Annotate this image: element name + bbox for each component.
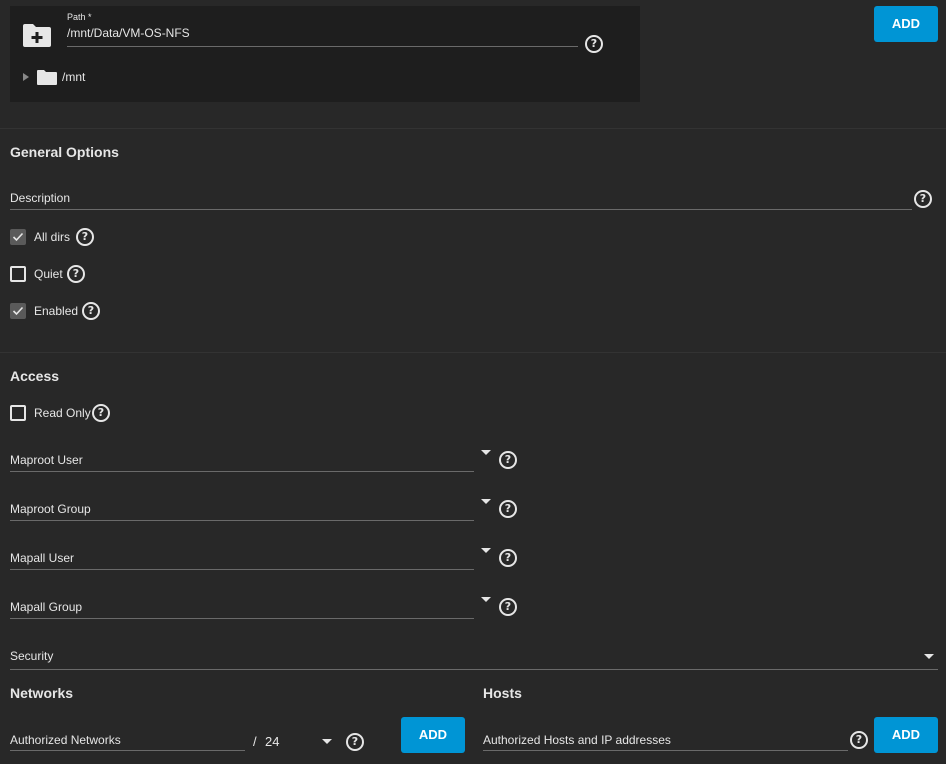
networks-title: Networks xyxy=(10,685,74,701)
security-select[interactable]: Security xyxy=(10,649,53,663)
path-explorer-panel: Path * /mnt/Data/VM-OS-NFS ? /mnt xyxy=(10,6,640,102)
mapall-group-help-icon[interactable]: ? xyxy=(499,598,517,616)
all-dirs-checkbox[interactable] xyxy=(10,229,26,245)
tree-expand-arrow-icon[interactable] xyxy=(23,73,29,81)
maproot-group-underline xyxy=(10,520,474,521)
add-network-button[interactable]: ADD xyxy=(401,717,465,753)
divider xyxy=(0,352,946,353)
maproot-group-select[interactable]: Maproot Group xyxy=(10,502,91,516)
all-dirs-label: All dirs xyxy=(34,230,71,244)
quiet-checkbox[interactable] xyxy=(10,266,26,282)
divider xyxy=(0,128,946,129)
add-host-button[interactable]: ADD xyxy=(874,717,938,753)
all-dirs-help-icon[interactable]: ? xyxy=(76,228,94,246)
mapall-group-underline xyxy=(10,618,474,619)
quiet-help-icon[interactable]: ? xyxy=(67,265,85,283)
authorized-hosts-input[interactable]: Authorized Hosts and IP addresses xyxy=(483,733,671,747)
general-options-title: General Options xyxy=(10,144,119,160)
authorized-networks-underline xyxy=(10,750,245,751)
description-underline xyxy=(10,209,912,210)
description-help-icon[interactable]: ? xyxy=(914,190,932,208)
maproot-user-help-icon[interactable]: ? xyxy=(499,451,517,469)
networks-help-icon[interactable]: ? xyxy=(346,733,364,751)
enabled-help-icon[interactable]: ? xyxy=(82,302,100,320)
authorized-networks-input[interactable]: Authorized Networks xyxy=(10,733,121,747)
maproot-group-dropdown-icon[interactable] xyxy=(481,499,491,504)
access-title: Access xyxy=(10,368,60,384)
mapall-group-dropdown-icon[interactable] xyxy=(481,597,491,602)
tree-node-mnt[interactable]: /mnt xyxy=(62,70,85,84)
security-dropdown-icon[interactable] xyxy=(924,654,934,659)
netmask-slash: / xyxy=(253,734,257,749)
path-input[interactable]: /mnt/Data/VM-OS-NFS xyxy=(67,26,577,40)
mapall-user-underline xyxy=(10,569,474,570)
maproot-user-dropdown-icon[interactable] xyxy=(481,450,491,455)
hosts-title: Hosts xyxy=(483,685,522,701)
mapall-user-help-icon[interactable]: ? xyxy=(499,549,517,567)
maproot-user-underline xyxy=(10,471,474,472)
read-only-help-icon[interactable]: ? xyxy=(92,404,110,422)
enabled-checkbox[interactable] xyxy=(10,303,26,319)
mapall-user-select[interactable]: Mapall User xyxy=(10,551,74,565)
read-only-label: Read Only xyxy=(34,406,91,420)
netmask-select[interactable]: 24 xyxy=(265,734,279,749)
path-help-icon[interactable]: ? xyxy=(585,35,603,53)
path-label: Path * xyxy=(67,12,92,22)
folder-add-icon[interactable] xyxy=(22,22,52,48)
authorized-hosts-underline xyxy=(483,750,848,751)
security-underline xyxy=(10,669,938,670)
read-only-checkbox[interactable] xyxy=(10,405,26,421)
mapall-group-select[interactable]: Mapall Group xyxy=(10,600,82,614)
add-path-button[interactable]: ADD xyxy=(874,6,938,42)
hosts-help-icon[interactable]: ? xyxy=(850,731,868,749)
enabled-label: Enabled xyxy=(34,304,79,318)
netmask-dropdown-icon[interactable] xyxy=(322,739,332,744)
maproot-user-select[interactable]: Maproot User xyxy=(10,453,83,467)
quiet-label: Quiet xyxy=(34,267,63,281)
mapall-user-dropdown-icon[interactable] xyxy=(481,548,491,553)
path-input-underline xyxy=(67,46,578,47)
folder-icon xyxy=(37,69,57,85)
maproot-group-help-icon[interactable]: ? xyxy=(499,500,517,518)
description-field[interactable]: Description xyxy=(10,191,70,205)
